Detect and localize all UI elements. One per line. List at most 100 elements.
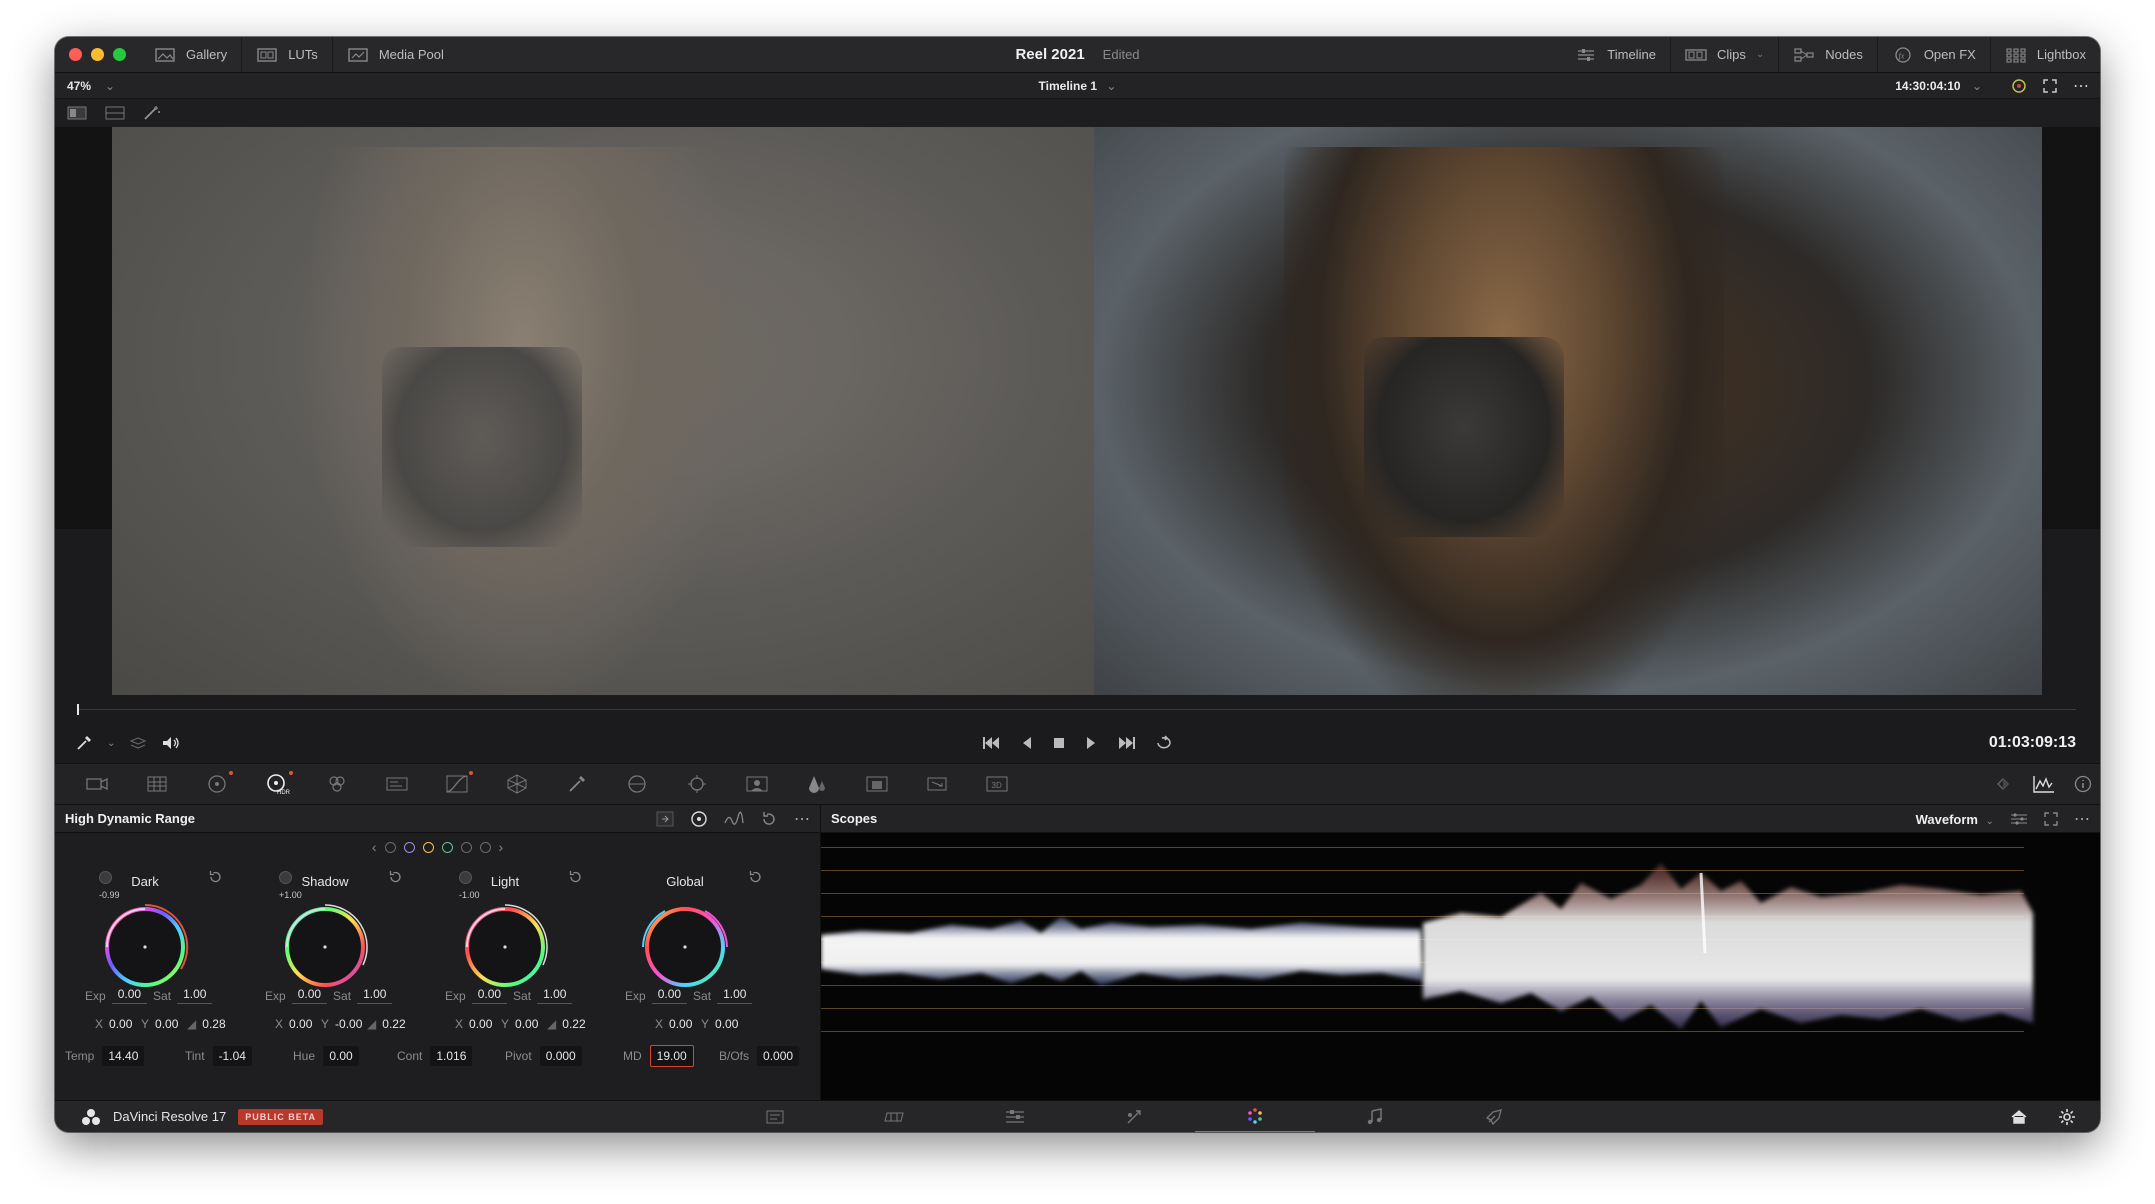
- minimize-window-button[interactable]: [91, 48, 104, 61]
- sat-value[interactable]: 1.00: [537, 987, 573, 1004]
- tracker-button[interactable]: [667, 764, 727, 804]
- home-icon[interactable]: [2010, 1109, 2028, 1125]
- page-cut[interactable]: [835, 1101, 955, 1133]
- skip-to-start-icon[interactable]: [982, 736, 1002, 750]
- info-icon[interactable]: [2074, 775, 2092, 793]
- reset-icon[interactable]: [387, 869, 403, 885]
- y-value[interactable]: 0.00: [515, 1017, 541, 1031]
- page-media[interactable]: [715, 1101, 835, 1133]
- magic-wand-icon[interactable]: [143, 105, 161, 121]
- x-value[interactable]: 0.00: [469, 1017, 495, 1031]
- exp-value[interactable]: 0.00: [291, 987, 328, 1004]
- timeline-button[interactable]: Timeline: [1561, 37, 1670, 72]
- rgb-mixer-button[interactable]: [307, 764, 367, 804]
- color-wheel[interactable]: [455, 897, 555, 997]
- x-value[interactable]: 0.00: [109, 1017, 135, 1031]
- blur-button[interactable]: [787, 764, 847, 804]
- camera-raw-button[interactable]: [67, 764, 127, 804]
- close-window-button[interactable]: [69, 48, 82, 61]
- zoom-window-button[interactable]: [113, 48, 126, 61]
- color-picker-icon[interactable]: [2011, 78, 2027, 94]
- x-value[interactable]: 0.00: [289, 1017, 315, 1031]
- luts-button[interactable]: LUTs: [242, 37, 333, 72]
- zone-dot[interactable]: [460, 841, 472, 853]
- color-wheels-button[interactable]: [187, 764, 247, 804]
- tint-value[interactable]: -1.04: [212, 1046, 252, 1066]
- zone-dot[interactable]: [441, 841, 453, 853]
- 3d-button[interactable]: 3D: [967, 764, 1027, 804]
- zoom-select[interactable]: 47% ⌄: [67, 79, 115, 93]
- split-view-icon[interactable]: [67, 106, 87, 120]
- reset-icon[interactable]: [567, 869, 583, 885]
- volume-icon[interactable]: [161, 735, 181, 751]
- viewer-image-before[interactable]: [112, 127, 1094, 695]
- x-value[interactable]: 0.00: [669, 1017, 695, 1031]
- page-fusion[interactable]: [1075, 1101, 1195, 1133]
- scope-settings-icon[interactable]: [2010, 812, 2028, 826]
- y-value[interactable]: 0.00: [155, 1017, 181, 1031]
- bofs-value[interactable]: 0.000: [757, 1046, 800, 1066]
- curves-button[interactable]: [427, 764, 487, 804]
- color-match-button[interactable]: [127, 764, 187, 804]
- exp-value[interactable]: 0.00: [111, 987, 148, 1004]
- y-value[interactable]: 0.00: [715, 1017, 741, 1031]
- color-warper-button[interactable]: [487, 764, 547, 804]
- loop-icon[interactable]: [1154, 735, 1174, 751]
- lightbox-button[interactable]: Lightbox: [1989, 37, 2100, 72]
- sizing-button[interactable]: [907, 764, 967, 804]
- zone-dot[interactable]: [422, 841, 434, 853]
- scope-mode-select[interactable]: Waveform ⌄: [1916, 812, 1994, 827]
- color-wheel[interactable]: [95, 897, 195, 997]
- page-deliver[interactable]: [1435, 1101, 1555, 1133]
- eyedropper-icon[interactable]: [75, 734, 93, 752]
- gallery-button[interactable]: Gallery: [140, 37, 243, 72]
- zone-mode-icon[interactable]: [690, 810, 708, 828]
- wipe-view-icon[interactable]: [105, 106, 125, 120]
- more-options-icon[interactable]: ⋯: [2073, 76, 2090, 96]
- exp-value[interactable]: 0.00: [471, 987, 508, 1004]
- layers-icon[interactable]: [129, 736, 147, 750]
- reset-all-icon[interactable]: [760, 810, 778, 828]
- reset-icon[interactable]: [747, 869, 763, 885]
- play-icon[interactable]: [1084, 736, 1098, 750]
- zone-dot[interactable]: [403, 841, 415, 853]
- y-value[interactable]: -0.00: [335, 1017, 362, 1031]
- sat-value[interactable]: 1.00: [177, 987, 213, 1004]
- reset-icon[interactable]: [207, 869, 223, 885]
- falloff-value[interactable]: 0.22: [382, 1017, 408, 1031]
- viewer-image-after[interactable]: [1094, 127, 2042, 695]
- open-fx-button[interactable]: fx Open FX: [1876, 37, 1990, 72]
- scrub-bar[interactable]: [55, 695, 2100, 723]
- falloff-value[interactable]: 0.22: [562, 1017, 588, 1031]
- qualifier-button[interactable]: [547, 764, 607, 804]
- md-value[interactable]: 19.00: [649, 1045, 694, 1067]
- cont-value[interactable]: 1.016: [430, 1046, 473, 1066]
- play-reverse-icon[interactable]: [1020, 736, 1034, 750]
- magic-mask-button[interactable]: [727, 764, 787, 804]
- skip-to-end-icon[interactable]: [1116, 736, 1136, 750]
- keyframes-icon[interactable]: [1992, 775, 2014, 793]
- hdr-wheels-button[interactable]: HDR: [247, 764, 307, 804]
- zone-dot[interactable]: [479, 841, 491, 853]
- key-button[interactable]: [847, 764, 907, 804]
- pivot-value[interactable]: 0.000: [539, 1046, 582, 1066]
- nodes-button[interactable]: Nodes: [1778, 37, 1877, 72]
- expand-panel-icon[interactable]: [656, 811, 674, 827]
- falloff-value[interactable]: 0.28: [202, 1017, 228, 1031]
- scopes-toggle-icon[interactable]: [2032, 775, 2056, 793]
- source-timecode-select[interactable]: 14:30:04:10 ⌄: [1895, 79, 1982, 93]
- more-options-icon[interactable]: ⋯: [794, 809, 810, 829]
- exp-value[interactable]: 0.00: [651, 987, 688, 1004]
- page-edit[interactable]: [955, 1101, 1075, 1133]
- media-pool-button[interactable]: Media Pool: [333, 37, 458, 72]
- timeline-select[interactable]: Timeline 1 ⌄: [1039, 79, 1117, 93]
- color-wheel[interactable]: [275, 897, 375, 997]
- temp-value[interactable]: 14.40: [102, 1046, 145, 1066]
- hue-value[interactable]: 0.00: [323, 1046, 360, 1066]
- page-fairlight[interactable]: [1315, 1101, 1435, 1133]
- zone-prev-icon[interactable]: ‹: [372, 839, 377, 855]
- clips-button[interactable]: Clips ⌄: [1669, 37, 1778, 72]
- motion-effects-button[interactable]: [367, 764, 427, 804]
- playhead[interactable]: [77, 704, 79, 715]
- zone-dot[interactable]: [384, 841, 396, 853]
